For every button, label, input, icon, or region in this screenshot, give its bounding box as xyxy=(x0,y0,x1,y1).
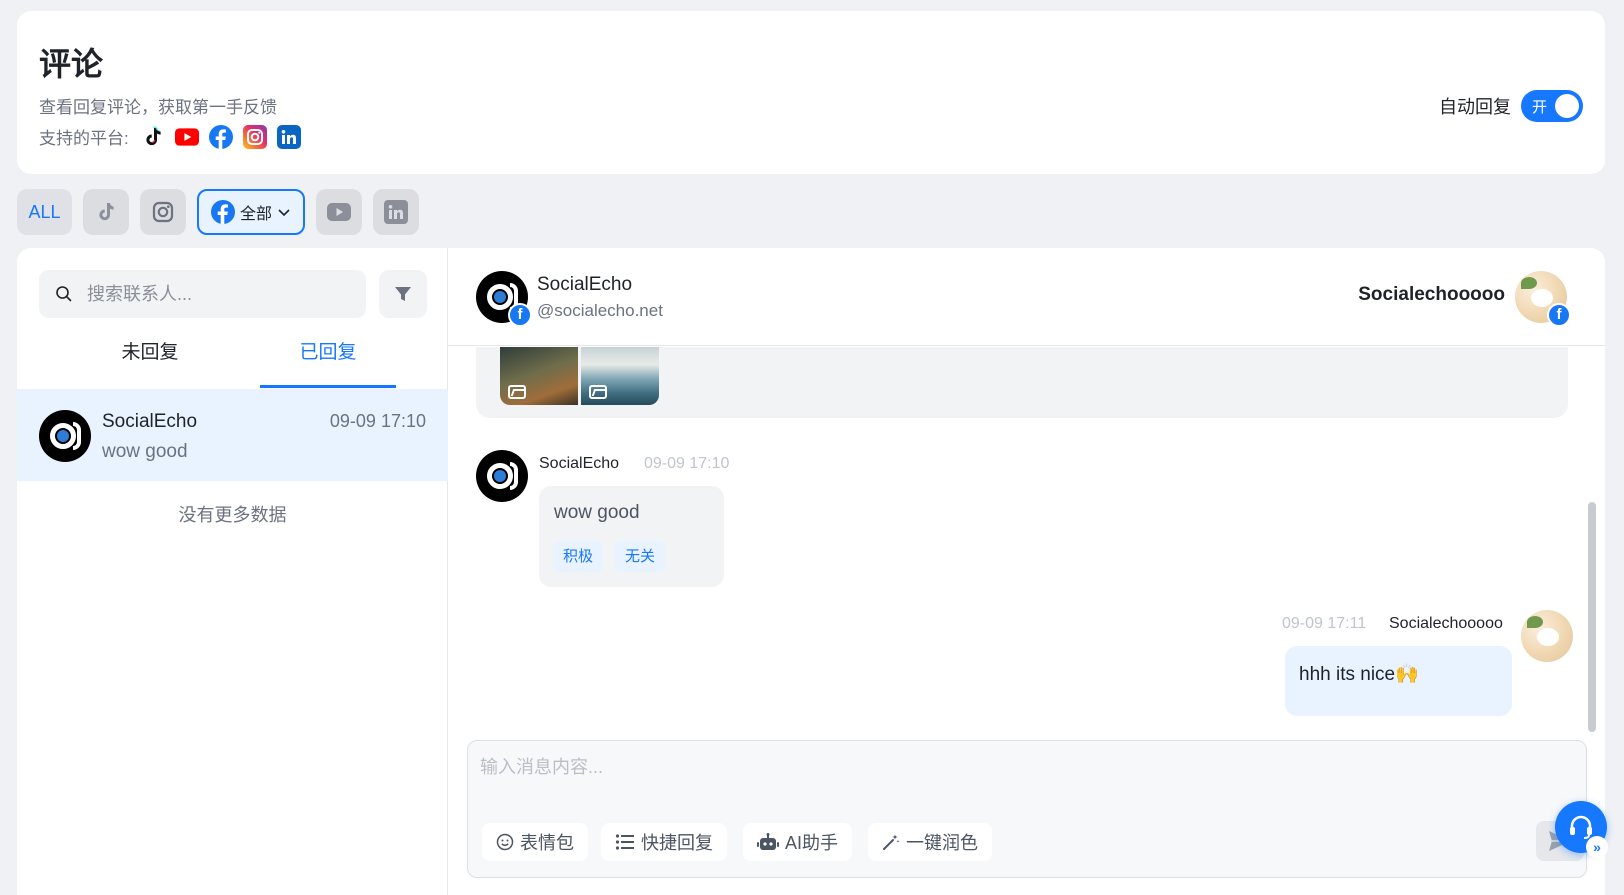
incoming-message-bubble: wow good 积极 无关 xyxy=(539,486,724,587)
message-author: SocialEcho xyxy=(539,455,620,472)
filter-button[interactable] xyxy=(379,270,427,318)
message-list: SocialEcho 09-09 17:10 wow good 积极 无关 09… xyxy=(448,347,1605,737)
polish-button[interactable]: 一键润色 xyxy=(868,823,992,861)
relevance-tag[interactable]: 无关 xyxy=(615,541,666,572)
tiktok-icon xyxy=(141,125,165,149)
avatar xyxy=(476,450,528,502)
contact-avatar: f xyxy=(476,271,532,327)
double-chevron-icon[interactable]: » xyxy=(1586,836,1608,858)
supported-platforms: 支持的平台: xyxy=(39,124,301,149)
facebook-badge-icon: f xyxy=(508,303,532,327)
conversation-list-panel: 未回复 已回复 SocialEcho 09-09 17:10 wow good … xyxy=(17,248,448,895)
contact-name: SocialEcho xyxy=(537,274,633,295)
reply-status-tabs: 未回复 已回复 xyxy=(17,338,448,388)
facebook-icon xyxy=(208,124,233,149)
account-avatar: f xyxy=(1515,271,1571,327)
toggle-knob xyxy=(1555,94,1579,118)
message-time: 09-09 17:11 xyxy=(1282,615,1367,632)
emoji-button-label: 表情包 xyxy=(520,833,574,853)
contact-handle: @socialecho.net xyxy=(537,301,663,320)
filter-facebook-chip[interactable]: 全部 xyxy=(197,189,305,235)
robot-icon xyxy=(757,833,779,851)
search-box xyxy=(39,270,366,318)
smile-icon xyxy=(496,833,514,851)
avatar xyxy=(1521,610,1573,662)
chat-scrollbar[interactable] xyxy=(1588,502,1596,732)
conversation-time: 09-09 17:10 xyxy=(329,411,426,431)
conversation-item[interactable]: SocialEcho 09-09 17:10 wow good xyxy=(17,389,448,481)
filter-tiktok-chip[interactable] xyxy=(83,189,129,235)
list-icon xyxy=(615,833,635,851)
image-icon xyxy=(508,385,526,399)
funnel-icon xyxy=(393,284,413,304)
message-composer: 表情包 快捷回复 AI助手 一键润色 xyxy=(467,740,1587,878)
auto-reply-label: 自动回复 xyxy=(1439,97,1511,117)
facebook-filter-label: 全部 xyxy=(239,206,272,223)
magic-wand-icon xyxy=(882,833,900,851)
message-author: Socialechooooo xyxy=(1389,615,1503,632)
linkedin-icon xyxy=(384,200,408,224)
message-time: 09-09 17:10 xyxy=(644,455,730,472)
dog-avatar-icon xyxy=(1521,610,1573,662)
youtube-icon xyxy=(174,125,199,149)
youtube-icon xyxy=(325,198,353,226)
ai-assistant-button[interactable]: AI助手 xyxy=(743,823,853,861)
image-icon xyxy=(589,385,607,399)
tab-replied[interactable]: 已回复 xyxy=(260,338,396,388)
facebook-badge-icon: f xyxy=(1547,303,1571,327)
instagram-icon xyxy=(149,198,177,226)
outgoing-message-bubble: hhh its nice🙌 xyxy=(1285,646,1512,716)
socialecho-logo-icon xyxy=(476,450,528,502)
quick-reply-label: 快捷回复 xyxy=(641,833,713,853)
auto-reply-toggle[interactable]: 开 xyxy=(1521,90,1583,122)
filter-all-chip[interactable]: ALL xyxy=(17,189,72,235)
linkedin-icon xyxy=(276,124,301,149)
tiktok-icon xyxy=(92,198,120,226)
filter-instagram-chip[interactable] xyxy=(140,189,186,235)
platforms-label: 支持的平台: xyxy=(39,129,129,148)
tab-unreplied[interactable]: 未回复 xyxy=(82,338,218,388)
toggle-state-text: 开 xyxy=(1532,99,1548,116)
instagram-icon xyxy=(242,124,267,149)
chat-header: f SocialEcho @socialecho.net Socialechoo… xyxy=(448,248,1605,346)
post-preview-card xyxy=(476,347,1568,418)
post-image-thumbnail[interactable] xyxy=(500,347,578,405)
platform-filter-bar: ALL 全部 xyxy=(17,189,419,235)
socialecho-logo-icon xyxy=(39,410,91,462)
chevron-down-icon xyxy=(277,205,291,219)
sentiment-tag[interactable]: 积极 xyxy=(553,541,604,572)
avatar xyxy=(39,410,91,462)
chat-panel: f SocialEcho @socialecho.net Socialechoo… xyxy=(448,248,1605,895)
ai-assistant-label: AI助手 xyxy=(785,833,839,853)
facebook-icon xyxy=(210,200,235,224)
search-icon xyxy=(55,285,73,303)
polish-label: 一键润色 xyxy=(906,833,978,853)
quick-reply-button[interactable]: 快捷回复 xyxy=(601,823,727,861)
auto-reply-control: 自动回复 开 xyxy=(1439,90,1583,122)
header-card: 评论 查看回复评论，获取第一手反馈 支持的平台: 自动回复 开 xyxy=(17,11,1605,174)
conversation-preview: wow good xyxy=(102,441,188,462)
message-text: hhh its nice🙌 xyxy=(1299,664,1419,685)
page-title: 评论 xyxy=(39,46,104,82)
filter-youtube-chip[interactable] xyxy=(316,189,362,235)
filter-linkedin-chip[interactable] xyxy=(373,189,419,235)
search-input[interactable] xyxy=(87,283,337,305)
no-more-data-text: 没有更多数据 xyxy=(178,505,287,525)
emoji-button[interactable]: 表情包 xyxy=(482,823,588,861)
page-subtitle: 查看回复评论，获取第一手反馈 xyxy=(39,98,277,117)
post-image-thumbnail[interactable] xyxy=(581,347,659,405)
message-text: wow good xyxy=(554,502,640,523)
message-input[interactable] xyxy=(480,753,1530,813)
account-name: Socialechooooo xyxy=(1358,284,1505,305)
conversation-name: SocialEcho xyxy=(102,411,198,432)
